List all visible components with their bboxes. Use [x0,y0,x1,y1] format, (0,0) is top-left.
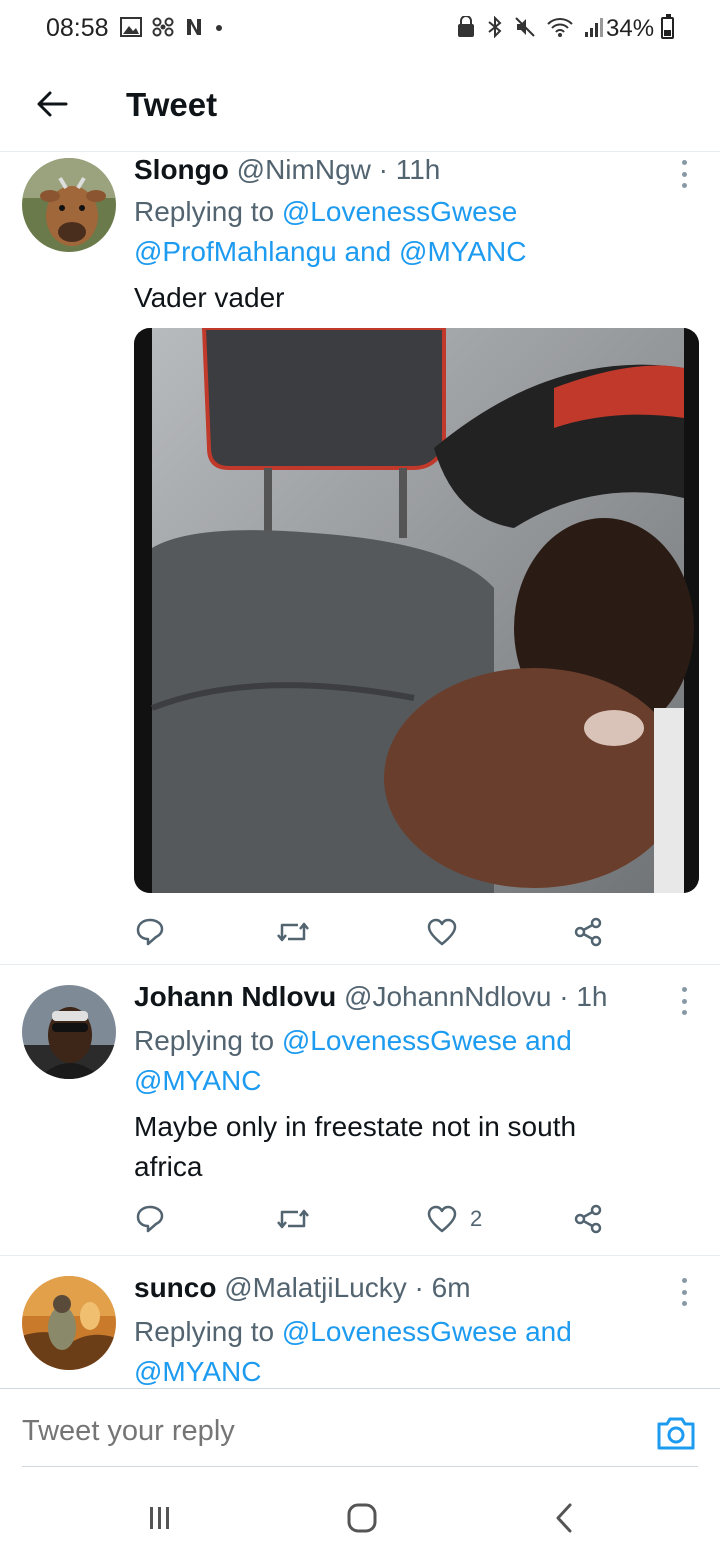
tweet-author-name[interactable]: sunco [134,1272,216,1303]
reply-context: Replying to @LovenessGwese and @MYANC [134,1021,694,1101]
system-back-button[interactable] [544,1498,584,1538]
retweet-button[interactable] [276,914,310,950]
mention-link[interactable]: @LovenessGwese and [282,1025,572,1056]
tweet-timestamp: · 6m [414,1272,471,1303]
reply-button[interactable] [134,1201,166,1237]
pinwheel-icon [152,17,174,37]
share-icon [574,917,602,947]
reply-context: Replying to @LovenessGwese @ProfMahlangu… [134,192,694,272]
app-header: Tweet [0,60,720,152]
share-button[interactable] [572,1201,604,1237]
tweet-text-line: Maybe only in freestate not in south [134,1111,577,1142]
battery-percentage: 34% [606,15,655,42]
tweet[interactable]: Johann Ndlovu @JohannNdlovu · 1h Replyin… [0,965,720,1255]
home-button[interactable] [342,1498,382,1538]
avatar[interactable] [22,158,116,252]
tweet-media-image[interactable] [134,328,699,893]
battery-icon [661,14,674,39]
netflix-n-icon [187,19,201,35]
heart-icon [427,1205,457,1233]
tweet-author-handle[interactable]: @NimNgw [237,154,371,185]
tweet-actions [134,914,614,954]
like-button[interactable]: 2 [426,1201,482,1237]
tweet-text: Vader vader [134,282,285,313]
retweet-icon [277,922,309,942]
status-bar: 08:58 34% [0,0,720,60]
mention-link[interactable]: @LovenessGwese and [282,1316,572,1347]
mention-link[interactable]: @MYANC [134,1065,261,1096]
more-options-icon[interactable] [674,160,694,188]
replying-to-label: Replying to [134,196,282,227]
mention-link[interactable]: @ProfMahlangu and @MYANC [134,236,527,267]
reply-context: Replying to @LovenessGwese and @MYANC [134,1312,694,1388]
tweet-text-line: africa [134,1151,203,1182]
share-button[interactable] [572,914,604,950]
heart-icon [427,918,457,946]
wifi-icon [547,18,573,37]
mention-link[interactable]: @MYANC [134,1356,261,1387]
mention-link[interactable]: @LovenessGwese [282,196,517,227]
reply-icon [136,918,164,946]
tweet-author-handle[interactable]: @JohannNdlovu [344,981,551,1012]
camera-button[interactable] [656,1415,696,1451]
more-options-icon[interactable] [674,987,694,1015]
recent-apps-button[interactable] [140,1498,180,1538]
recent-apps-icon [150,1507,169,1529]
retweet-button[interactable] [276,1201,310,1237]
reply-composer [0,1388,720,1470]
avatar[interactable] [22,985,116,1079]
tweet-timestamp: · 11h [378,154,441,185]
signal-icon [585,18,603,37]
tweet[interactable]: Slongo @NimNgw · 11h Replying to @Lovene… [0,152,720,964]
tweet[interactable]: sunco @MalatjiLucky · 6m Replying to @Lo… [0,1256,720,1388]
share-icon [574,1204,602,1234]
tweet-author-handle[interactable]: @MalatjiLucky [224,1272,406,1303]
status-time: 08:58 [46,14,109,42]
tweet-timestamp: · 1h [559,981,608,1012]
home-icon [347,1503,377,1533]
camera-icon [657,1417,695,1450]
chevron-left-icon [556,1503,572,1533]
reply-button[interactable] [134,914,166,950]
dot-icon [216,25,222,31]
mute-icon [515,17,535,37]
reply-input[interactable] [22,1415,522,1448]
lock-icon [458,16,474,37]
retweet-icon [277,1209,309,1229]
tweet-author-name[interactable]: Johann Ndlovu [134,981,336,1012]
page-title: Tweet [126,86,218,123]
more-options-icon[interactable] [674,1278,694,1306]
like-button[interactable] [426,914,458,950]
tweet-text: Maybe only in freestate not in south afr… [134,1107,694,1187]
reply-icon [136,1205,164,1233]
bluetooth-icon [488,16,502,38]
avatar[interactable] [22,1276,116,1370]
tweet-actions: 2 [134,1201,614,1241]
replying-to-label: Replying to [134,1025,282,1056]
tweet-author-name[interactable]: Slongo [134,154,229,185]
system-nav-bar [0,1470,720,1560]
back-button[interactable] [30,82,74,126]
like-count: 2 [470,1206,483,1231]
replying-to-label: Replying to [134,1316,282,1347]
gallery-icon [120,17,142,37]
reply-input-underline [22,1466,698,1467]
arrow-left-icon [37,91,68,117]
